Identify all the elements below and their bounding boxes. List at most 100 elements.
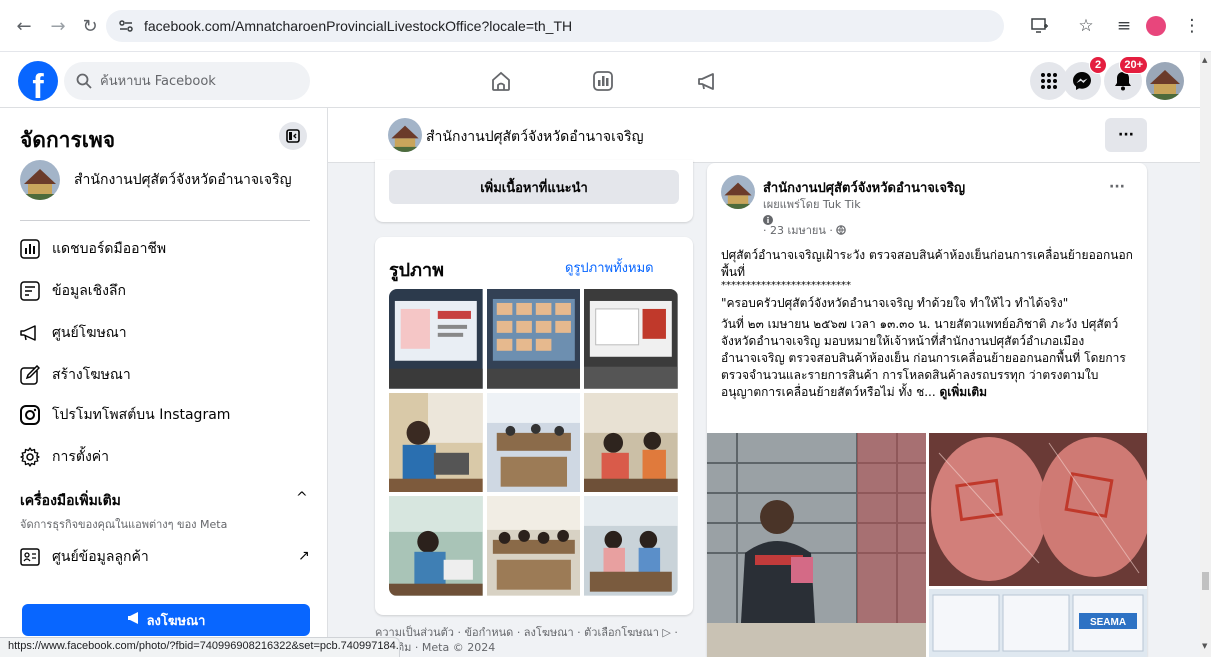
- sidebar-item-label: แดชบอร์ดมืออาชีพ: [52, 241, 167, 257]
- forward-icon[interactable]: →: [44, 12, 72, 40]
- ads-megaphone-icon[interactable]: [690, 64, 726, 98]
- scroll-down-icon[interactable]: ▼: [1202, 642, 1207, 650]
- box-brand-label: SEAMA: [1090, 617, 1126, 628]
- facebook-logo[interactable]: f: [18, 61, 58, 101]
- sidebar-item-label: ข้อมูลเชิงลึก: [52, 283, 126, 299]
- collapse-icon: [286, 129, 300, 143]
- sidebar-item-customer-center[interactable]: ศูนย์ข้อมูลลูกค้า: [20, 544, 149, 570]
- advertise-button[interactable]: ลงโฆษณา: [22, 604, 310, 636]
- post-author-avatar[interactable]: [721, 175, 755, 209]
- scrollbar-thumb[interactable]: [1202, 572, 1209, 590]
- manage-page-sidebar: จัดการเพจ สำนักงานปศุสัตว์จังหวัดอำนาจเจ…: [0, 108, 328, 657]
- home-icon[interactable]: [483, 64, 519, 98]
- photo-thumbnail[interactable]: [584, 496, 678, 596]
- messenger-button[interactable]: 2: [1063, 56, 1107, 100]
- reload-icon[interactable]: ↻: [76, 12, 104, 40]
- sidebar-item-insights[interactable]: ข้อมูลเชิงลึก: [20, 278, 126, 304]
- post-timestamp[interactable]: · 23 เมษายน ·: [763, 221, 847, 239]
- pencil-icon: [20, 365, 40, 385]
- chevron-up-icon[interactable]: ^: [296, 490, 308, 506]
- published-by-text: เผยแพร่โดย Tuk Tik: [763, 198, 861, 211]
- insights-icon: [20, 281, 40, 301]
- page-more-button[interactable]: ···: [1105, 118, 1147, 152]
- see-more-link[interactable]: ดูเพิ่มเติม: [940, 385, 988, 399]
- post-date: · 23 เมษายน ·: [763, 224, 837, 237]
- sidebar-item-dashboard[interactable]: แดชบอร์ดมืออาชีพ: [20, 236, 166, 262]
- sidebar-item-label: โปรโมทโพสต์บน Instagram: [52, 407, 231, 423]
- browser-profile-avatar[interactable]: [1146, 16, 1166, 36]
- page-header-name[interactable]: สำนักงานปศุสัตว์จังหวัดอำนาจเจริญ: [426, 126, 644, 148]
- megaphone-icon: [20, 323, 40, 343]
- notifications-badge: 20+: [1119, 56, 1148, 74]
- messenger-icon: [1072, 71, 1092, 91]
- reading-list-icon[interactable]: ≡: [1110, 12, 1138, 40]
- gear-icon: [20, 447, 40, 467]
- footer-line-2[interactable]: เพิ่มเติม · Meta © 2024: [375, 640, 695, 655]
- sidebar-item-create-ad[interactable]: สร้างโฆษณา: [20, 362, 131, 388]
- back-icon[interactable]: ←: [10, 12, 38, 40]
- notifications-button[interactable]: 20+: [1104, 56, 1148, 100]
- sidebar-item-ad-center[interactable]: ศูนย์โฆษณา: [20, 320, 127, 346]
- sidebar-item-label: ศูนย์โฆษณา: [52, 325, 127, 341]
- page-avatar: [20, 160, 60, 200]
- collapse-sidebar-button[interactable]: [279, 122, 307, 150]
- bell-icon: [1114, 71, 1132, 91]
- more-tools-subtitle: จัดการธุรกิจของคุณในแอพต่างๆ ของ Meta: [20, 518, 228, 531]
- post-paragraph: ปศุสัตว์อำนาจเจริญเฝ้าระวัง ตรวจสอบสินค้…: [721, 248, 1133, 279]
- page-avatar-small[interactable]: [388, 118, 422, 152]
- sidebar-title: จัดการเพจ: [20, 128, 116, 152]
- post-separator: **************************: [721, 280, 851, 291]
- page-scrollbar[interactable]: ▲ ▼: [1200, 52, 1211, 657]
- account-avatar[interactable]: [1146, 62, 1184, 100]
- more-tools-section[interactable]: เครื่องมือเพิ่มเติม จัดการธุรกิจของคุณใน…: [20, 490, 227, 533]
- photo-thumbnail[interactable]: [584, 392, 678, 493]
- dashboard-nav-icon[interactable]: [585, 64, 621, 98]
- bookmark-star-icon[interactable]: ☆: [1072, 12, 1100, 40]
- photo-thumbnail[interactable]: [389, 496, 483, 596]
- post-photo[interactable]: [929, 433, 1147, 586]
- photo-thumbnail[interactable]: [389, 289, 483, 389]
- scroll-up-icon[interactable]: ▲: [1202, 56, 1207, 64]
- footer-line-1[interactable]: ความเป็นส่วนตัว · ข้อกำหนด · ลงโฆษณา · ต…: [375, 625, 695, 640]
- photo-grid: [389, 289, 678, 596]
- photo-thumbnail[interactable]: [486, 496, 581, 596]
- sidebar-item-label: สร้างโฆษณา: [52, 367, 131, 383]
- photo-thumbnail[interactable]: [486, 392, 581, 493]
- sidebar-item-settings[interactable]: การตั้งค่า: [20, 444, 109, 470]
- see-all-photos-link[interactable]: ดูรูปภาพทั้งหมด: [565, 257, 654, 278]
- add-suggested-content-button[interactable]: เพิ่มเนื้อหาที่แนะนำ: [389, 170, 679, 204]
- post-image-collage: SEAMA: [707, 433, 1147, 657]
- browser-toolbar: ← → ↻ facebook.com/AmnatcharoenProvincia…: [0, 0, 1211, 52]
- page-header-strip: สำนักงานปศุสัตว์จังหวัดอำนาจเจริญ ···: [328, 108, 1200, 163]
- site-settings-icon[interactable]: [118, 18, 134, 34]
- page-footer-links[interactable]: ความเป็นส่วนตัว · ข้อกำหนด · ลงโฆษณา · ต…: [375, 625, 695, 655]
- search-icon: [76, 73, 92, 89]
- photo-thumbnail[interactable]: [389, 392, 483, 493]
- browser-menu-icon[interactable]: ⋮: [1178, 12, 1206, 40]
- more-tools-title: เครื่องมือเพิ่มเติม: [20, 493, 121, 509]
- sidebar-page-switcher[interactable]: สำนักงานปศุสัตว์จังหวัดอำนาจเจริญ: [20, 160, 292, 200]
- photos-card: รูปภาพ ดูรูปภาพทั้งหมด: [375, 237, 693, 615]
- facebook-header: f 2 20+: [0, 52, 1200, 108]
- sidebar-item-instagram[interactable]: โปรโมทโพสต์บน Instagram: [20, 402, 230, 428]
- address-bar[interactable]: facebook.com/AmnatcharoenProvincialLives…: [106, 10, 1004, 42]
- advertise-button-label: ลงโฆษณา: [146, 613, 206, 629]
- post-photo[interactable]: SEAMA: [929, 589, 1147, 657]
- post-quote: "ครอบครัวปศุสัตว์จังหวัดอำนาจเจริญ ทำด้ว…: [721, 296, 1069, 310]
- post-photo[interactable]: [707, 433, 926, 657]
- external-link-icon: ↗: [298, 548, 310, 564]
- install-app-icon[interactable]: [1026, 12, 1054, 40]
- instagram-icon: [20, 405, 40, 425]
- url-text: facebook.com/AmnatcharoenProvincialLives…: [144, 18, 573, 34]
- photo-thumbnail[interactable]: [486, 289, 581, 389]
- post-body-content: วันที่ ๒๓ เมษายน ๒๕๖๗ เวลา ๑๓.๓๐ น. นายส…: [721, 317, 1126, 399]
- search-box[interactable]: [64, 62, 310, 100]
- facebook-logo-letter: f: [32, 68, 44, 101]
- post-card: สำนักงานปศุสัตว์จังหวัดอำนาจเจริญ เผยแพร…: [707, 163, 1147, 657]
- photo-thumbnail[interactable]: [584, 289, 678, 389]
- post-options-button[interactable]: ···: [1109, 179, 1125, 195]
- search-input[interactable]: [100, 73, 290, 89]
- contact-card-icon: [20, 547, 40, 567]
- post-text: ปศุสัตว์อำนาจเจริญเฝ้าระวัง ตรวจสอบสินค้…: [721, 247, 1135, 405]
- link-status-bar: https://www.facebook.com/photo/?fbid=740…: [0, 637, 400, 657]
